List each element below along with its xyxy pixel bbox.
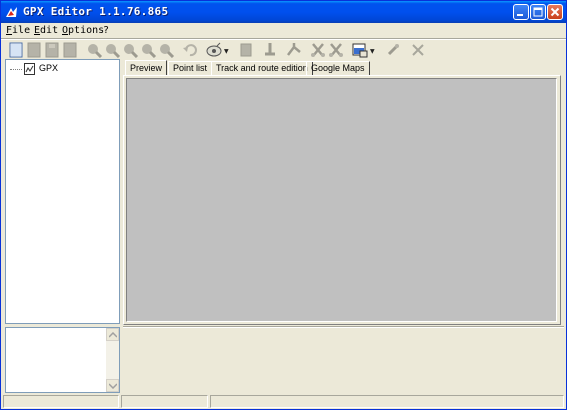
map-export-dropdown-icon[interactable]: ▼ [370, 48, 375, 55]
cut-route-button[interactable] [327, 42, 345, 58]
minimize-icon [517, 14, 523, 16]
tab-point-list[interactable]: Point list [168, 61, 213, 75]
zoom-in-button[interactable] [85, 42, 103, 58]
delete-button[interactable] [409, 42, 427, 58]
zoom-in-icon [88, 44, 103, 58]
zoom-out-icon [106, 44, 121, 58]
erase-button[interactable] [385, 42, 403, 58]
gps-device-dropdown-icon[interactable]: ▼ [224, 48, 229, 55]
zoom-previous-button[interactable] [157, 42, 175, 58]
new-file-button[interactable] [7, 42, 25, 58]
scroll-up-button[interactable] [106, 328, 119, 341]
scroll-down-button[interactable] [106, 379, 119, 392]
tab-google-maps[interactable]: Google Maps [306, 61, 370, 75]
maximize-button[interactable] [530, 4, 546, 20]
copy-button[interactable] [237, 42, 255, 58]
close-button[interactable] [547, 4, 563, 20]
merge-button[interactable] [285, 42, 303, 58]
gps-device-icon [206, 42, 222, 57]
erase-icon [387, 44, 399, 56]
gpx-editor-window: GPX Editor 1.1.76.865 File Edit Options … [0, 0, 567, 410]
split-icon [265, 43, 275, 56]
open-file-button[interactable] [25, 42, 43, 58]
status-pane-1 [3, 395, 119, 408]
map-export-button[interactable] [351, 42, 369, 58]
maximize-icon [533, 7, 543, 17]
status-pane-3 [210, 395, 564, 408]
save-button[interactable] [43, 42, 61, 58]
menu-options[interactable]: Options [62, 25, 104, 36]
zoom-selection-icon [142, 44, 157, 58]
status-pane-2 [121, 395, 208, 408]
undo-icon [183, 44, 197, 57]
delete-icon [412, 44, 424, 56]
undo-button[interactable] [181, 42, 199, 58]
gpx-document-icon [24, 63, 35, 75]
merge-icon [287, 43, 301, 56]
cut-track-icon [311, 43, 325, 57]
chevron-up-icon [109, 332, 117, 338]
close-icon [550, 7, 560, 17]
menu-bar: File Edit Options ? [1, 23, 566, 39]
copy-icon [240, 43, 252, 57]
window-title: GPX Editor 1.1.76.865 [23, 5, 169, 18]
zoom-fit-icon [124, 44, 139, 58]
cut-track-button[interactable] [309, 42, 327, 58]
tab-preview[interactable]: Preview [125, 60, 168, 76]
bottom-panel [123, 327, 564, 394]
map-export-icon [352, 43, 368, 58]
info-text-scrollbar[interactable] [106, 328, 119, 392]
menu-file[interactable]: File [6, 25, 30, 36]
app-icon [6, 7, 17, 17]
gpx-tree-view[interactable]: GPX [5, 59, 120, 324]
title-bar[interactable]: GPX Editor 1.1.76.865 [1, 1, 566, 23]
status-bar [1, 394, 566, 409]
gps-device-button[interactable] [205, 42, 223, 58]
toolbar: ▼ ▼ [1, 39, 566, 60]
preview-canvas[interactable] [126, 78, 557, 322]
tree-connector [10, 69, 22, 70]
new-file-icon [9, 42, 23, 58]
zoom-previous-icon [160, 44, 175, 58]
minimize-button[interactable] [513, 4, 529, 20]
zoom-selection-button[interactable] [139, 42, 157, 58]
tree-node-gpx[interactable]: GPX [39, 63, 58, 73]
zoom-out-button[interactable] [103, 42, 121, 58]
tab-track-and-route-edition[interactable]: Track and route edition [211, 61, 313, 75]
save-as-button[interactable] [61, 42, 79, 58]
menu-help[interactable]: ? [103, 25, 109, 36]
save-as-icon [63, 42, 77, 58]
chevron-down-icon [109, 383, 117, 389]
split-button[interactable] [261, 42, 279, 58]
zoom-fit-button[interactable] [121, 42, 139, 58]
open-file-icon [27, 42, 41, 58]
info-text-box[interactable] [5, 327, 120, 393]
save-icon [45, 42, 59, 58]
menu-edit[interactable]: Edit [34, 25, 58, 36]
cut-route-icon [329, 43, 343, 57]
